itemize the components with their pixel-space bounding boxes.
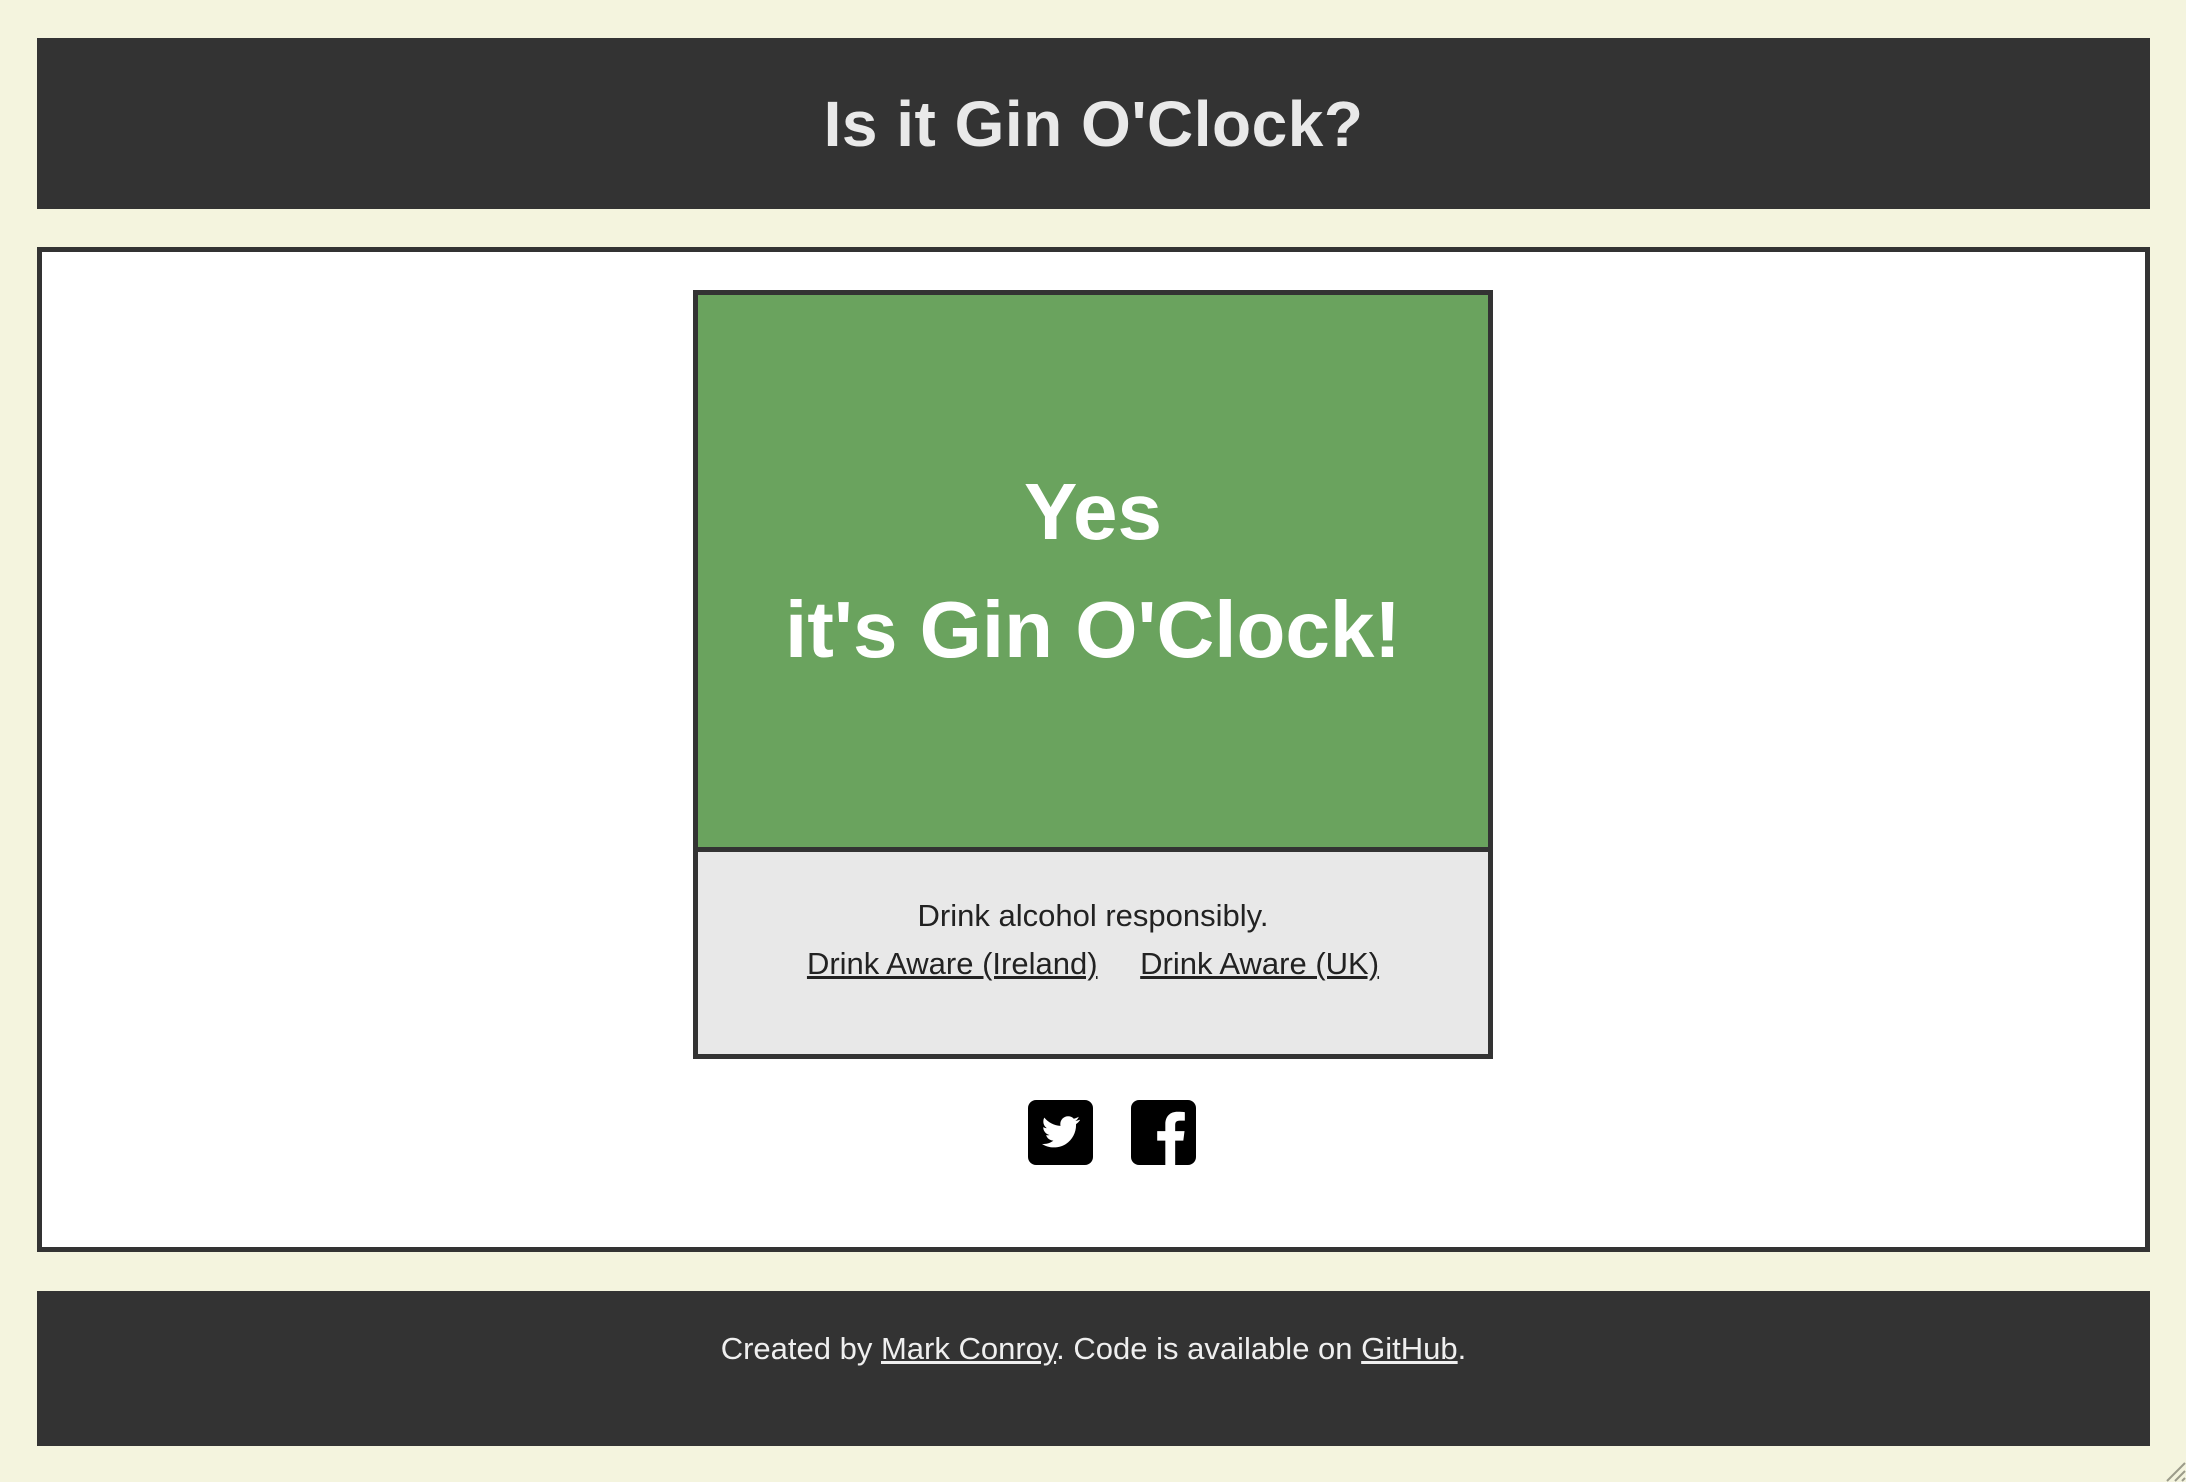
site-title: Is it Gin O'Clock?	[823, 87, 1364, 160]
twitter-link[interactable]	[1028, 1100, 1093, 1165]
responsibility-note: Drink alcohol responsibly. Drink Aware (…	[698, 852, 1488, 988]
answer-message: it's Gin O'Clock!	[785, 585, 1401, 674]
facebook-icon	[1131, 1100, 1196, 1165]
footer-middle: . Code is available on	[1056, 1331, 1362, 1366]
twitter-icon	[1028, 1100, 1093, 1165]
resize-grip-icon[interactable]	[2158, 1454, 2186, 1482]
footer-prefix: Created by	[720, 1331, 881, 1366]
social-links	[1028, 1100, 1196, 1165]
answer-yes: Yes	[1024, 467, 1162, 556]
github-link[interactable]: GitHub	[1361, 1331, 1457, 1366]
responsibility-text: Drink alcohol responsibly.	[917, 898, 1269, 933]
facebook-link[interactable]	[1131, 1100, 1196, 1165]
drink-aware-links: Drink Aware (Ireland) Drink Aware (UK)	[698, 940, 1488, 988]
answer-banner: Yes it's Gin O'Clock!	[698, 295, 1488, 852]
footer-suffix: .	[1457, 1331, 1467, 1366]
site-header: Is it Gin O'Clock?	[37, 38, 2150, 209]
site-footer: Created by Mark Conroy. Code is availabl…	[37, 1291, 2150, 1446]
drink-aware-ireland-link[interactable]: Drink Aware (Ireland)	[807, 946, 1098, 981]
drink-aware-uk-link[interactable]: Drink Aware (UK)	[1140, 946, 1379, 981]
author-link[interactable]: Mark Conroy	[881, 1331, 1056, 1366]
answer-card: Yes it's Gin O'Clock! Drink alcohol resp…	[693, 290, 1493, 1059]
